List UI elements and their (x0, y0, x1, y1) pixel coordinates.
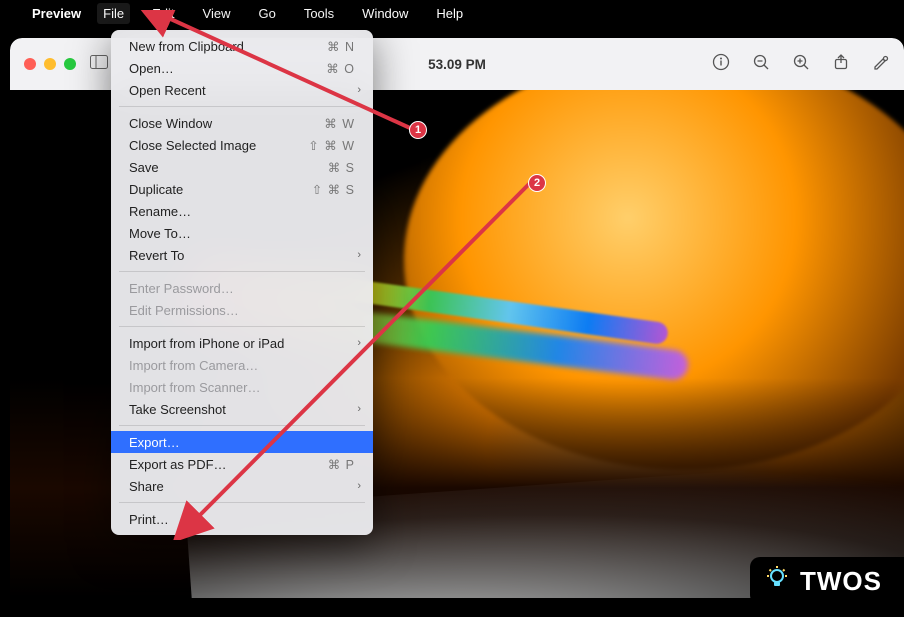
menu-item-shortcut: ⌘ W (324, 116, 355, 131)
menu-item-label: New from Clipboard (129, 39, 327, 54)
menu-item-label: Export as PDF… (129, 457, 328, 472)
menu-item-label: Take Screenshot (129, 402, 355, 417)
info-icon[interactable] (712, 53, 730, 76)
menu-item-save[interactable]: Save⌘ S (111, 156, 373, 178)
menu-item-label: Edit Permissions… (129, 303, 355, 318)
chevron-right-icon: › (357, 249, 361, 261)
annotation-badge-2: 2 (528, 174, 546, 192)
menu-item-shortcut: ⇧ ⌘ S (312, 182, 355, 197)
annotation-badge-1: 1 (409, 121, 427, 139)
menu-item-revert-to[interactable]: Revert To› (111, 244, 373, 266)
menubar-item-view[interactable]: View (197, 3, 237, 24)
menu-separator (119, 502, 365, 503)
menu-item-open-recent[interactable]: Open Recent› (111, 79, 373, 101)
menu-item-shortcut: ⌘ N (327, 39, 355, 54)
menu-item-label: Close Selected Image (129, 138, 308, 153)
menu-item-move-to[interactable]: Move To… (111, 222, 373, 244)
menu-item-import-from-scanner: Import from Scanner… (111, 376, 373, 398)
menu-item-label: Rename… (129, 204, 355, 219)
menu-item-shortcut: ⇧ ⌘ W (308, 138, 355, 153)
menu-separator (119, 271, 365, 272)
zoom-in-icon[interactable] (792, 53, 810, 76)
menu-item-label: Enter Password… (129, 281, 355, 296)
menu-item-import-from-iphone-or-ipad[interactable]: Import from iPhone or iPad› (111, 332, 373, 354)
close-window-button[interactable] (24, 58, 36, 70)
sidebar-toggle-icon[interactable] (90, 55, 108, 74)
menu-item-label: Print… (129, 512, 355, 527)
share-icon[interactable] (832, 53, 850, 76)
menubar-item-go[interactable]: Go (252, 3, 281, 24)
twos-watermark: TWOS (750, 557, 904, 605)
menu-item-new-from-clipboard[interactable]: New from Clipboard⌘ N (111, 35, 373, 57)
menu-item-label: Move To… (129, 226, 355, 241)
menu-item-label: Import from Scanner… (129, 380, 355, 395)
menu-item-shortcut: ⌘ P (328, 457, 355, 472)
menu-item-label: Close Window (129, 116, 324, 131)
chevron-right-icon: › (357, 403, 361, 415)
traffic-lights (24, 58, 76, 70)
chevron-right-icon: › (357, 480, 361, 492)
menu-item-edit-permissions: Edit Permissions… (111, 299, 373, 321)
menu-item-label: Import from iPhone or iPad (129, 336, 355, 351)
window-title: 53.09 PM (428, 57, 486, 72)
menu-item-label: Duplicate (129, 182, 312, 197)
menu-item-label: Open… (129, 61, 326, 76)
menu-item-close-selected-image[interactable]: Close Selected Image⇧ ⌘ W (111, 134, 373, 156)
menu-item-label: Share (129, 479, 355, 494)
menu-item-enter-password: Enter Password… (111, 277, 373, 299)
markup-icon[interactable] (872, 53, 890, 76)
twos-text: TWOS (800, 566, 882, 597)
menu-item-print[interactable]: Print… (111, 508, 373, 530)
menu-item-export-as-pdf[interactable]: Export as PDF…⌘ P (111, 453, 373, 475)
menu-item-label: Save (129, 160, 328, 175)
menubar-item-edit[interactable]: Edit (146, 3, 180, 24)
menu-item-open[interactable]: Open…⌘ O (111, 57, 373, 79)
zoom-out-icon[interactable] (752, 53, 770, 76)
minimize-window-button[interactable] (44, 58, 56, 70)
maximize-window-button[interactable] (64, 58, 76, 70)
menu-item-shortcut: ⌘ S (328, 160, 355, 175)
menubar-item-tools[interactable]: Tools (298, 3, 340, 24)
menu-item-shortcut: ⌘ O (326, 61, 355, 76)
menu-separator (119, 106, 365, 107)
app-name[interactable]: Preview (32, 6, 81, 21)
menubar-item-file[interactable]: File (97, 3, 130, 24)
menu-item-label: Open Recent (129, 83, 355, 98)
menu-separator (119, 425, 365, 426)
menu-item-rename[interactable]: Rename… (111, 200, 373, 222)
menu-item-import-from-camera: Import from Camera… (111, 354, 373, 376)
menubar: Preview File Edit View Go Tools Window H… (0, 0, 904, 26)
menu-item-export[interactable]: Export… (111, 431, 373, 453)
menu-item-share[interactable]: Share› (111, 475, 373, 497)
chevron-right-icon: › (357, 84, 361, 96)
lightbulb-icon (764, 565, 790, 597)
chevron-right-icon: › (357, 337, 361, 349)
menu-separator (119, 326, 365, 327)
menu-item-duplicate[interactable]: Duplicate⇧ ⌘ S (111, 178, 373, 200)
menubar-item-window[interactable]: Window (356, 3, 414, 24)
menu-item-take-screenshot[interactable]: Take Screenshot› (111, 398, 373, 420)
menu-item-close-window[interactable]: Close Window⌘ W (111, 112, 373, 134)
menu-item-label: Revert To (129, 248, 355, 263)
menu-item-label: Import from Camera… (129, 358, 355, 373)
window-toolbar-right (712, 53, 890, 76)
menu-item-label: Export… (129, 435, 355, 450)
file-menu-dropdown: New from Clipboard⌘ NOpen…⌘ OOpen Recent… (111, 30, 373, 535)
menubar-item-help[interactable]: Help (430, 3, 469, 24)
